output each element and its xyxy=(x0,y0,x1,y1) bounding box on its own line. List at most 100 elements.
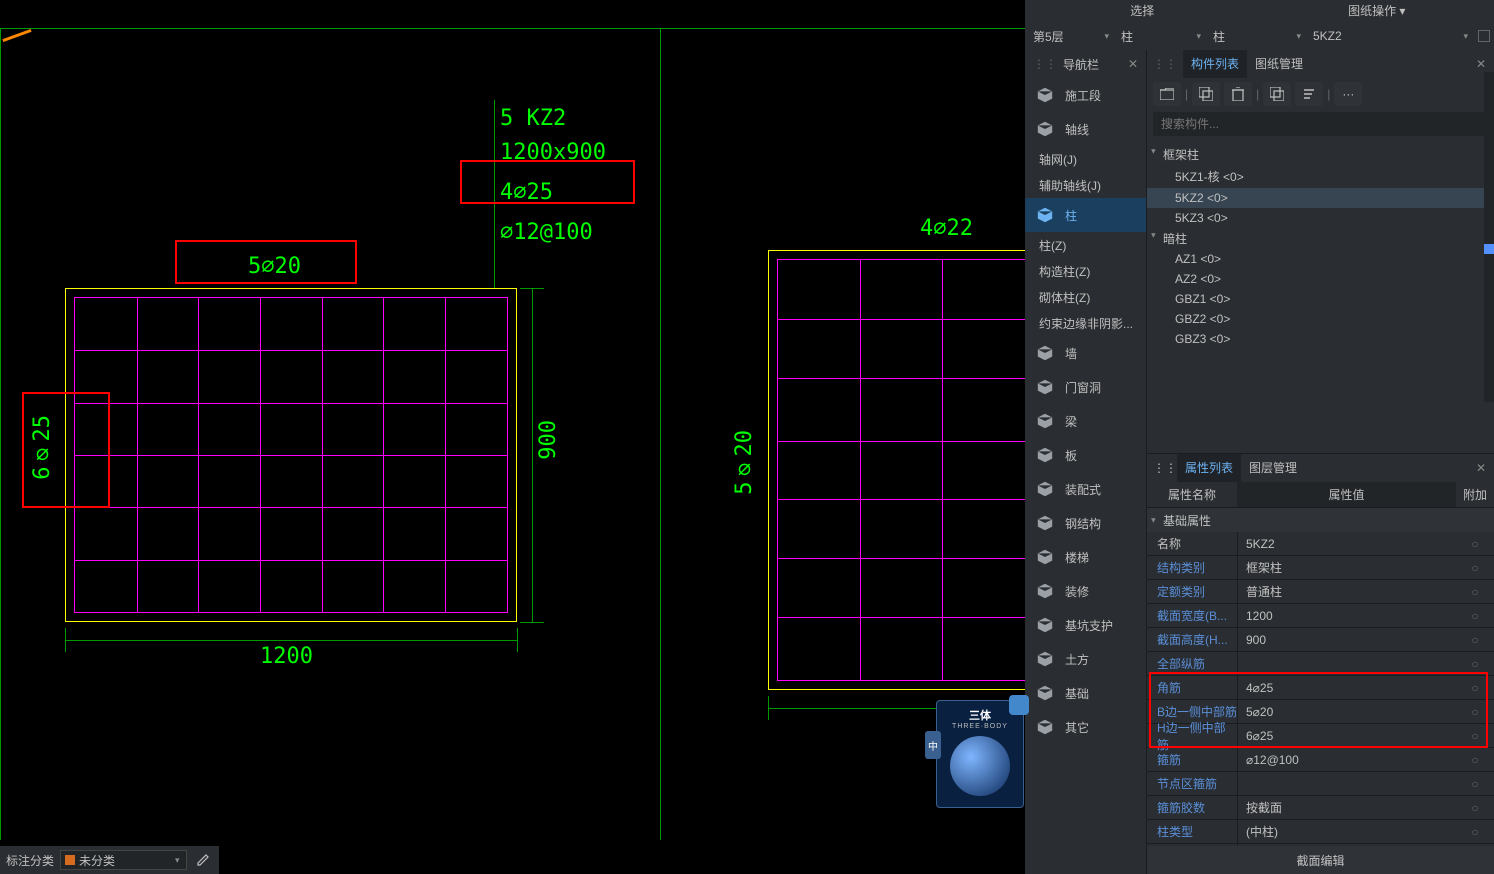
nav-item[interactable]: 装修 xyxy=(1025,574,1146,608)
tree-item[interactable]: AZ1 <0> xyxy=(1147,249,1494,269)
prop-value[interactable] xyxy=(1237,652,1456,675)
nav-item[interactable]: 楼梯 xyxy=(1025,540,1146,574)
prop-add-icon[interactable]: ○ xyxy=(1456,681,1494,695)
layer-button[interactable] xyxy=(1263,82,1291,106)
nav-item[interactable]: 基坑支护 xyxy=(1025,608,1146,642)
category-select-1[interactable]: 柱▾ xyxy=(1115,22,1207,50)
nav-item[interactable]: 装配式 xyxy=(1025,472,1146,506)
prop-value[interactable]: 900 xyxy=(1237,628,1456,651)
prop-row[interactable]: 全部纵筋 ○ xyxy=(1147,652,1494,676)
nav-item[interactable]: 梁 xyxy=(1025,404,1146,438)
item-select[interactable]: 5KZ2▾ xyxy=(1307,22,1474,50)
floor-select[interactable]: 第5层▾ xyxy=(1027,22,1115,50)
prop-value[interactable]: 按截面 xyxy=(1237,796,1456,819)
prop-group[interactable]: 基础属性 xyxy=(1147,508,1494,532)
prop-row[interactable]: 定额类别普通柱○ xyxy=(1147,580,1494,604)
prop-value[interactable]: 4⌀25 xyxy=(1237,676,1456,699)
prop-row[interactable]: 柱类型(中柱)○ xyxy=(1147,820,1494,844)
prop-value[interactable]: 普通柱 xyxy=(1237,580,1456,603)
tab-drawing-manage[interactable]: 图纸管理 xyxy=(1247,50,1311,78)
tab-layer-manage[interactable]: 图层管理 xyxy=(1241,454,1305,482)
tree-item[interactable]: GBZ3 <0> xyxy=(1147,329,1494,349)
floating-thumbnail[interactable]: 中 三体 THREE·BODY xyxy=(936,700,1024,808)
prop-add-icon[interactable]: ○ xyxy=(1456,609,1494,623)
nav-item[interactable]: 墙 xyxy=(1025,336,1146,370)
top-drawing-ops[interactable]: 图纸操作 ▾ xyxy=(1260,0,1494,22)
prop-add-icon[interactable]: ○ xyxy=(1456,537,1494,551)
category-select-2[interactable]: 柱▾ xyxy=(1207,22,1307,50)
prop-row[interactable]: 节点区箍筋○ xyxy=(1147,772,1494,796)
tree-item[interactable]: GBZ2 <0> xyxy=(1147,309,1494,329)
delete-button[interactable] xyxy=(1224,82,1252,106)
nav-item[interactable]: 施工段 xyxy=(1025,78,1146,112)
prop-add-icon[interactable]: ○ xyxy=(1456,657,1494,671)
cube-icon xyxy=(1033,614,1057,636)
prop-add-icon[interactable]: ○ xyxy=(1456,753,1494,767)
nav-item[interactable]: 土方 xyxy=(1025,642,1146,676)
nav-sub-item[interactable]: 轴网(J) xyxy=(1025,146,1146,172)
nav-item[interactable]: 轴线 xyxy=(1025,112,1146,146)
prop-row[interactable]: 截面高度(H...900○ xyxy=(1147,628,1494,652)
section-edit-button[interactable]: 截面编辑 xyxy=(1147,846,1494,874)
tree-item[interactable]: 5KZ2 <0> xyxy=(1147,188,1494,208)
prop-row[interactable]: 箍筋胶数按截面○ xyxy=(1147,796,1494,820)
prop-value[interactable]: (中柱) xyxy=(1237,820,1456,843)
prop-value[interactable]: 5⌀20 xyxy=(1237,700,1456,723)
nav-sub-item[interactable]: 柱(Z) xyxy=(1025,232,1146,258)
tree-group[interactable]: 暗柱 xyxy=(1147,228,1494,249)
prop-add-icon[interactable]: ○ xyxy=(1456,633,1494,647)
close-icon[interactable]: ✕ xyxy=(1476,57,1486,71)
more-button[interactable]: ··· xyxy=(1334,82,1362,106)
prop-add-icon[interactable]: ○ xyxy=(1456,825,1494,839)
top-select[interactable]: 选择 xyxy=(1025,0,1260,22)
new-folder-button[interactable] xyxy=(1153,82,1181,106)
prop-add-icon[interactable]: ○ xyxy=(1456,801,1494,815)
nav-item[interactable]: 柱 xyxy=(1025,198,1146,232)
prop-row[interactable]: 角筋4⌀25○ xyxy=(1147,676,1494,700)
tree-item[interactable]: 5KZ1-核 <0> xyxy=(1147,165,1494,188)
nav-item[interactable]: 基础 xyxy=(1025,676,1146,710)
close-icon[interactable]: ✕ xyxy=(1128,57,1138,71)
nav-item[interactable]: 钢结构 xyxy=(1025,506,1146,540)
tree-item[interactable]: GBZ1 <0> xyxy=(1147,289,1494,309)
drawing-canvas[interactable]: 900 1200 5 KZ2 1200x900 4⌀25 ⌀12@100 5⌀2… xyxy=(0,0,1025,840)
sort-button[interactable] xyxy=(1295,82,1323,106)
thumbnail-side-button[interactable]: 中 xyxy=(925,731,941,759)
prop-row[interactable]: 名称5KZ2○ xyxy=(1147,532,1494,556)
prop-value[interactable]: 框架柱 xyxy=(1237,556,1456,579)
prop-row[interactable]: H边一侧中部筋6⌀25○ xyxy=(1147,724,1494,748)
nav-sub-item[interactable]: 约束边缘非阴影... xyxy=(1025,310,1146,336)
tab-component-list[interactable]: 构件列表 xyxy=(1183,50,1247,78)
prop-row[interactable]: 截面宽度(B...1200○ xyxy=(1147,604,1494,628)
close-icon[interactable]: ✕ xyxy=(1476,461,1486,475)
prop-value[interactable] xyxy=(1237,772,1456,795)
annotation-category-select[interactable]: 未分类 ▾ xyxy=(60,850,187,870)
tree-item[interactable]: AZ2 <0> xyxy=(1147,269,1494,289)
prop-value[interactable]: ⌀12@100 xyxy=(1237,748,1456,771)
prop-value[interactable]: 6⌀25 xyxy=(1237,724,1456,747)
prop-value[interactable]: 1200 xyxy=(1237,604,1456,627)
nav-sub-item[interactable]: 辅助轴线(J) xyxy=(1025,172,1146,198)
nav-sub-item[interactable]: 砌体柱(Z) xyxy=(1025,284,1146,310)
prop-row[interactable]: 结构类别框架柱○ xyxy=(1147,556,1494,580)
tree-group[interactable]: 框架柱 xyxy=(1147,144,1494,165)
cube-icon xyxy=(1033,376,1057,398)
tree-item[interactable]: 5KZ3 <0> xyxy=(1147,208,1494,228)
prop-value[interactable]: 5KZ2 xyxy=(1237,532,1456,555)
nav-item[interactable]: 其它 xyxy=(1025,710,1146,744)
prop-name: 全部纵筋 xyxy=(1147,655,1237,672)
prop-add-icon[interactable]: ○ xyxy=(1456,729,1494,743)
prop-add-icon[interactable]: ○ xyxy=(1456,705,1494,719)
search-input[interactable] xyxy=(1153,112,1488,136)
nav-item[interactable]: 板 xyxy=(1025,438,1146,472)
prop-add-icon[interactable]: ○ xyxy=(1456,561,1494,575)
copy-button[interactable] xyxy=(1192,82,1220,106)
prop-add-icon[interactable]: ○ xyxy=(1456,585,1494,599)
nav-sub-item[interactable]: 构造柱(Z) xyxy=(1025,258,1146,284)
prop-row[interactable]: 箍筋⌀12@100○ xyxy=(1147,748,1494,772)
prop-add-icon[interactable]: ○ xyxy=(1456,777,1494,791)
tab-property-list[interactable]: 属性列表 xyxy=(1177,454,1241,482)
cube-icon xyxy=(1033,478,1057,500)
nav-item[interactable]: 门窗洞 xyxy=(1025,370,1146,404)
edit-icon[interactable] xyxy=(193,850,213,870)
